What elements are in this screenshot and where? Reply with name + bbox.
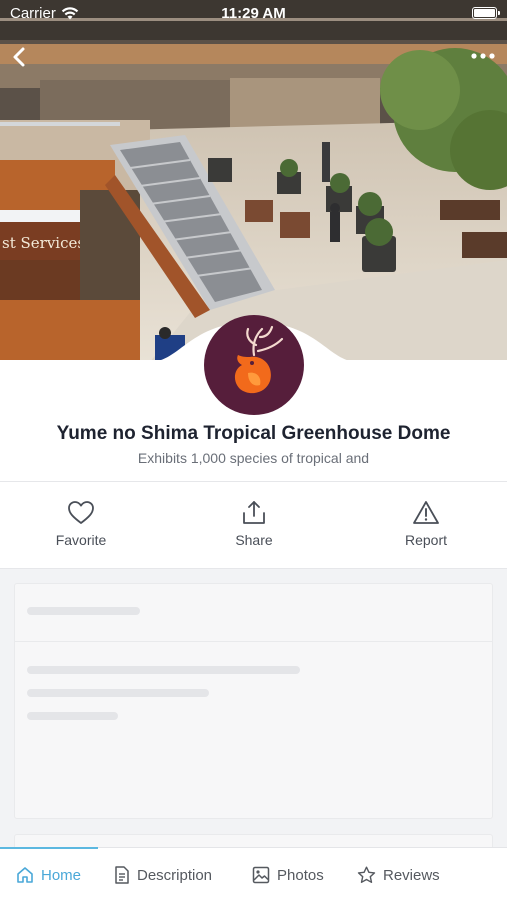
place-subtitle: Exhibits 1,000 species of tropical and (137, 450, 370, 466)
report-label: Report (404, 532, 448, 548)
divider (15, 641, 492, 642)
chevron-left-icon (13, 47, 25, 67)
battery-icon (472, 7, 500, 19)
image-icon (252, 866, 270, 884)
favorite-button[interactable]: Favorite (21, 500, 141, 548)
tab-description-label: Description (137, 866, 213, 884)
back-button[interactable] (8, 44, 32, 70)
tab-home[interactable]: Home (16, 866, 81, 884)
status-bar: Carrier 11:29 AM (0, 0, 507, 28)
share-icon (243, 501, 265, 524)
tab-reviews-label: Reviews (383, 866, 440, 884)
place-title: Yume no Shima Tropical Greenhouse Dome (56, 423, 451, 444)
tab-reviews[interactable]: Reviews (357, 866, 440, 884)
home-icon (17, 867, 33, 883)
more-horizontal-icon (471, 53, 495, 59)
deer-logo-icon (234, 325, 284, 394)
svg-text:st Services: st Services (2, 234, 85, 252)
tab-description[interactable]: Description (114, 866, 212, 884)
skeleton-line (27, 689, 209, 697)
share-button[interactable]: Share (194, 500, 314, 548)
action-row: Favorite Share Report (0, 481, 507, 569)
place-logo-avatar (204, 315, 304, 415)
bottom-tab-bar: Home Description Photos Reviews (0, 847, 507, 900)
status-time: 11:29 AM (221, 5, 286, 22)
heart-icon (68, 501, 94, 524)
share-label: Share (235, 532, 273, 548)
loading-placeholder-card (14, 583, 493, 819)
skeleton-line (27, 712, 118, 720)
tab-home-label: Home (41, 866, 82, 884)
document-icon (115, 866, 129, 884)
active-tab-indicator (0, 847, 98, 849)
more-options-button[interactable] (469, 48, 497, 64)
favorite-label: Favorite (55, 532, 107, 548)
tab-photos-label: Photos (277, 866, 324, 884)
skeleton-line (27, 607, 140, 615)
warning-icon (413, 501, 439, 524)
tab-photos[interactable]: Photos (252, 866, 324, 884)
report-button[interactable]: Report (366, 500, 486, 548)
skeleton-line (27, 666, 300, 674)
star-icon (357, 866, 376, 883)
hero-photo: st Services (0, 0, 507, 362)
